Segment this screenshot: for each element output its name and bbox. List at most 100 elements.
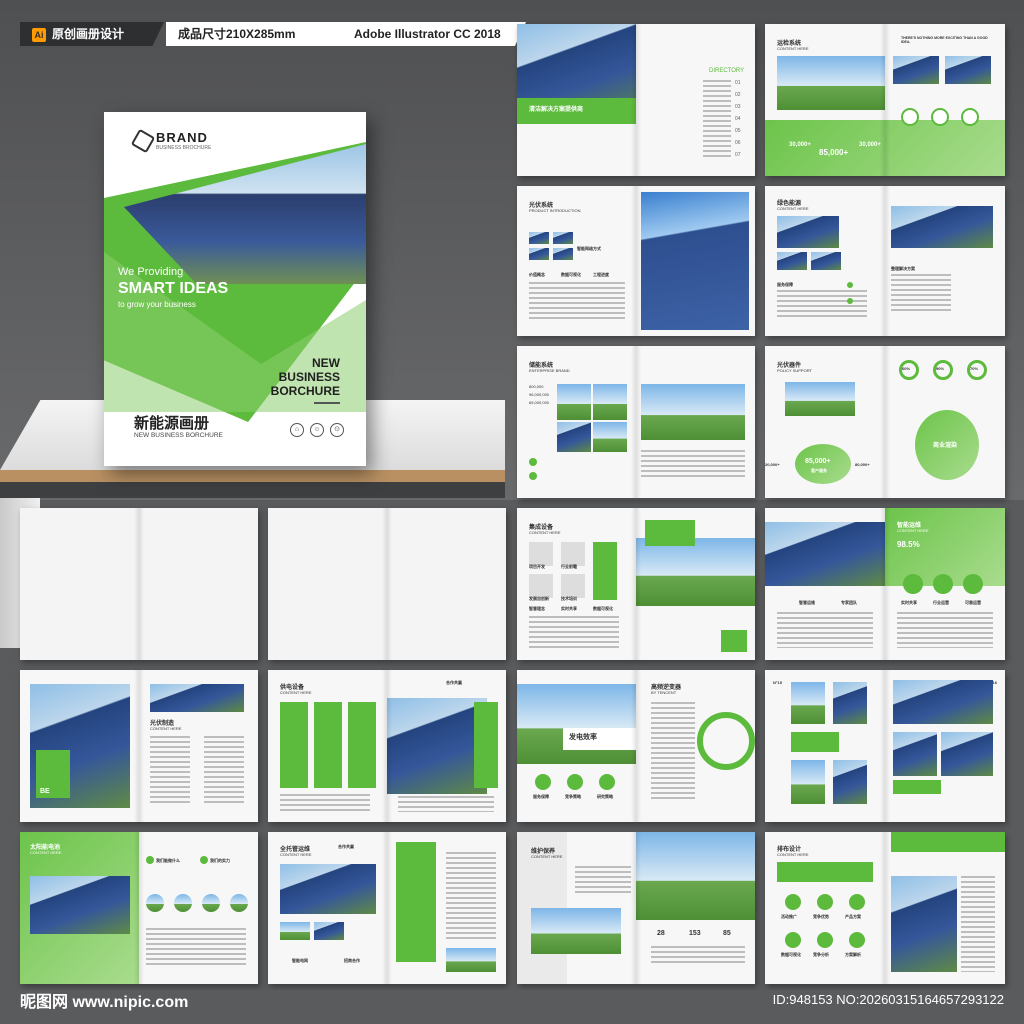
feature-label: 服务保障 (777, 282, 793, 287)
dir-item: 01 (735, 80, 741, 86)
field-photo (791, 760, 825, 804)
solar-photo (777, 216, 839, 248)
spread-blank (20, 508, 258, 660)
feature-icon (817, 932, 833, 948)
dir-item: 07 (735, 152, 741, 158)
bullet-icon (847, 298, 853, 304)
spread-subtitle: BY TENCENT (651, 690, 677, 695)
stat-value: 28 (657, 930, 665, 937)
cover-divider (314, 402, 340, 404)
brand-hexagon-icon (130, 128, 156, 154)
feature-label: 数据可视化 (593, 606, 613, 611)
stat-icon (931, 108, 949, 126)
table-underside (0, 482, 505, 498)
handshake-solar-photo (891, 876, 957, 972)
feature-label: 数据可视化 (561, 272, 581, 277)
spread-power-supply: 供电设备 CONTENT HERE 合作共赢 (268, 670, 506, 822)
windmill-photo (791, 682, 825, 724)
spread-full-managed: 全托管运维 CONTENT HERE 合作共赢 智能电网 招商合作 (268, 832, 506, 984)
green-header-bar (777, 862, 873, 882)
green-column (396, 842, 436, 962)
solar-photo (150, 684, 244, 712)
feature-icon (817, 894, 833, 910)
feature-label: 智能电网 (292, 958, 308, 963)
nipic-logo: 昵图网 www.nipic.com (20, 994, 189, 1011)
feature-label: 研究策略 (597, 794, 613, 799)
directory-title: DIRECTORY (709, 68, 745, 74)
body-text-lines (651, 946, 745, 966)
feature-tile (529, 542, 553, 566)
green-label-box (791, 732, 839, 752)
thumb-photo (553, 232, 573, 244)
feature-label: 活动推广 (781, 914, 797, 919)
badge-size: 成品尺寸210X285mm (166, 22, 354, 46)
solar-photo (893, 732, 937, 776)
feature-label: 发展自创新 (529, 596, 549, 601)
spread-gallery: N°15 N°16 (765, 670, 1005, 822)
percent-value: 90% (936, 366, 945, 371)
cover-chinese-title: 新能源画册 (134, 415, 210, 432)
brochure-cover: BRAND BUSINESS BROCHURE We Providing SMA… (104, 112, 366, 466)
percent-value: 70% (970, 366, 979, 371)
top-label: 合作共赢 (446, 680, 462, 685)
spread-green-energy: 绿色能源 CONTENT HERE 服务保障 整理解决方案 (765, 186, 1005, 336)
feature-icon (599, 774, 615, 790)
feature-tile (529, 574, 553, 598)
feature-label: 竞争分析 (813, 952, 829, 957)
cover-smart-ideas: SMART IDEAS (118, 280, 229, 297)
solar-photo (891, 206, 993, 248)
green-stats-band (765, 120, 1005, 176)
green-label-box (893, 780, 941, 794)
feature-icon (903, 574, 923, 594)
windmill-photo (557, 384, 591, 420)
feature-label: 实时共享 (901, 600, 917, 605)
spread-directory: 清洁解决方案提供商 DIRECTORY 01 02 03 04 05 06 07 (517, 24, 755, 176)
spread-integrated-equipment: 集成设备 CONTENT HERE 项目开发 行业前瞻 发展自创新 技术培训 智… (517, 508, 755, 660)
solar-tracker-photo (280, 864, 376, 914)
body-text-lines (897, 612, 993, 648)
badge-software: Adobe Illustrator CC 2018 (342, 22, 526, 46)
solar-lake-photo (531, 908, 621, 954)
windmill-photo (777, 56, 885, 110)
green-column (348, 702, 376, 788)
spread-pv-device: 光伏器件 POLICY SUPPORT 85,000+ 客户服务 20,000+… (765, 346, 1005, 498)
thumb-photo (529, 232, 549, 244)
stat-value: 85 (723, 930, 731, 937)
spread-subtitle: ENTERPRISE BRAND (529, 368, 570, 373)
spread-storage: 储能系统 ENTERPRISE BRAND 800,000 96,000,000… (517, 346, 755, 498)
round-photo (174, 894, 192, 912)
bullet-icon (529, 458, 537, 466)
spread-subtitle: CONTENT HERE (30, 850, 62, 855)
feature-label: 价值概念 (529, 272, 545, 277)
side-value: 80,000+ (855, 462, 870, 467)
feature-label: 智慧理念 (529, 606, 545, 611)
bullet-icon (146, 856, 154, 864)
body-text-lines (529, 282, 625, 322)
overlay-tag: BE (40, 788, 50, 795)
body-text-lines (777, 290, 867, 320)
feature-tile-green (593, 542, 617, 600)
cover-icon-row: ⌂ ☺ ⊙ (284, 418, 344, 437)
feature-label: 整理解决方案 (891, 266, 915, 271)
spread-subtitle: CONTENT HERE (777, 852, 809, 857)
feature-label: 专家团队 (841, 600, 857, 605)
number-value: 800,000 (529, 384, 544, 389)
feature-tile (561, 574, 585, 598)
center-label: 客户服务 (811, 468, 827, 473)
feature-label: 竞争优势 (813, 914, 829, 919)
feature-label: 项目开发 (529, 564, 545, 569)
solar-photo (945, 56, 991, 84)
spread-subtitle: PRODUCT INTRODUCTION (529, 208, 581, 213)
ev-charger-photo (636, 832, 755, 920)
car-icon: ⊙ (330, 423, 344, 437)
feature-icon (933, 574, 953, 594)
green-header-bar (891, 832, 1005, 852)
stat-value: 30,000+ (859, 142, 881, 148)
feature-label: 技术培训 (561, 596, 577, 601)
badge-original-design: Ai 原创画册设计 (20, 22, 164, 46)
sunset-solar-photo (893, 680, 993, 724)
car-field-photo (641, 384, 745, 440)
feature-icon (785, 932, 801, 948)
body-text-lines (641, 450, 745, 480)
feature-label: 行业前瞻 (561, 564, 577, 569)
